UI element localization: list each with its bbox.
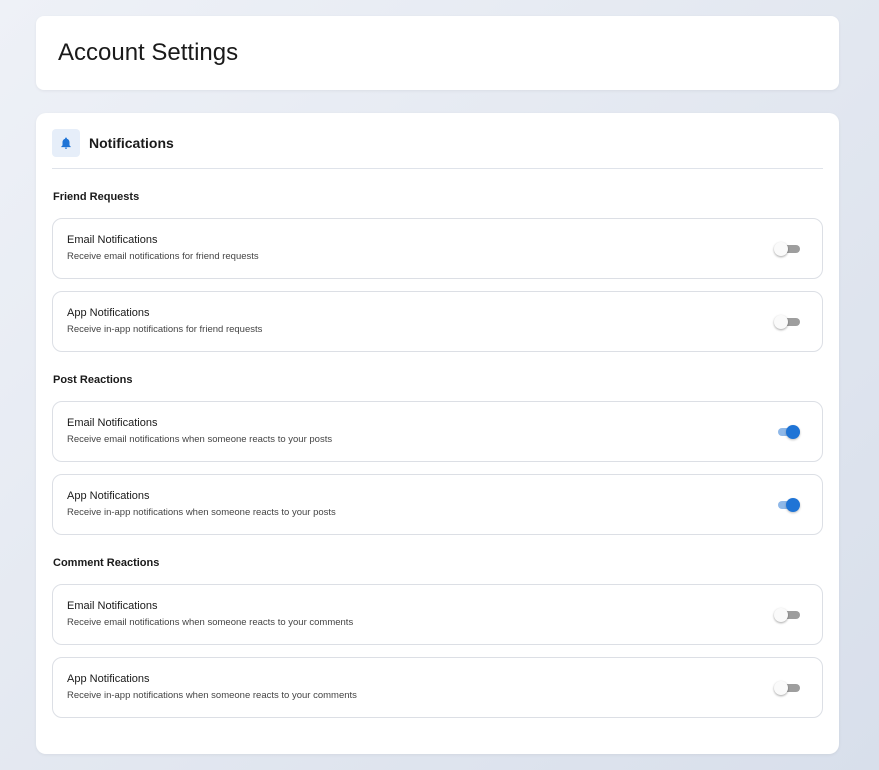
page-header: Account Settings xyxy=(36,16,839,90)
setting-title: App Notifications xyxy=(67,490,150,502)
section-title: Post Reactions xyxy=(53,374,133,386)
section-title: Comment Reactions xyxy=(53,557,160,569)
setting-description: Receive in-app notifications for friend … xyxy=(67,324,263,335)
setting-description: Receive email notifications when someone… xyxy=(67,617,354,628)
section-post-reactions: Post Reactions Email Notifications Recei… xyxy=(52,373,823,535)
setting-row: App Notifications Receive in-app notific… xyxy=(52,657,823,718)
setting-description: Receive email notifications for friend r… xyxy=(67,251,259,262)
friend-requests-app-toggle[interactable] xyxy=(774,314,802,330)
setting-title: App Notifications xyxy=(67,307,150,319)
setting-row: Email Notifications Receive email notifi… xyxy=(52,584,823,645)
notifications-panel: Notifications Friend Requests Email Noti… xyxy=(36,113,839,754)
friend-requests-email-toggle[interactable] xyxy=(774,241,802,257)
setting-row: App Notifications Receive in-app notific… xyxy=(52,291,823,352)
post-reactions-email-toggle[interactable] xyxy=(774,424,802,440)
panel-title: Notifications xyxy=(89,135,174,151)
page-title: Account Settings xyxy=(58,39,239,66)
setting-title: Email Notifications xyxy=(67,600,158,612)
comment-reactions-email-toggle[interactable] xyxy=(774,607,802,623)
section-friend-requests: Friend Requests Email Notifications Rece… xyxy=(52,190,823,352)
bell-icon xyxy=(52,129,80,157)
section-title: Friend Requests xyxy=(53,191,140,203)
post-reactions-app-toggle[interactable] xyxy=(774,497,802,513)
setting-description: Receive in-app notifications when someon… xyxy=(67,507,336,518)
panel-header: Notifications xyxy=(52,129,823,169)
section-comment-reactions: Comment Reactions Email Notifications Re… xyxy=(52,556,823,718)
setting-title: App Notifications xyxy=(67,673,150,685)
setting-description: Receive email notifications when someone… xyxy=(67,434,333,445)
setting-description: Receive in-app notifications when someon… xyxy=(67,690,357,701)
setting-row: Email Notifications Receive email notifi… xyxy=(52,401,823,462)
setting-row: Email Notifications Receive email notifi… xyxy=(52,218,823,279)
setting-row: App Notifications Receive in-app notific… xyxy=(52,474,823,535)
setting-title: Email Notifications xyxy=(67,417,158,429)
comment-reactions-app-toggle[interactable] xyxy=(774,680,802,696)
setting-title: Email Notifications xyxy=(67,234,158,246)
